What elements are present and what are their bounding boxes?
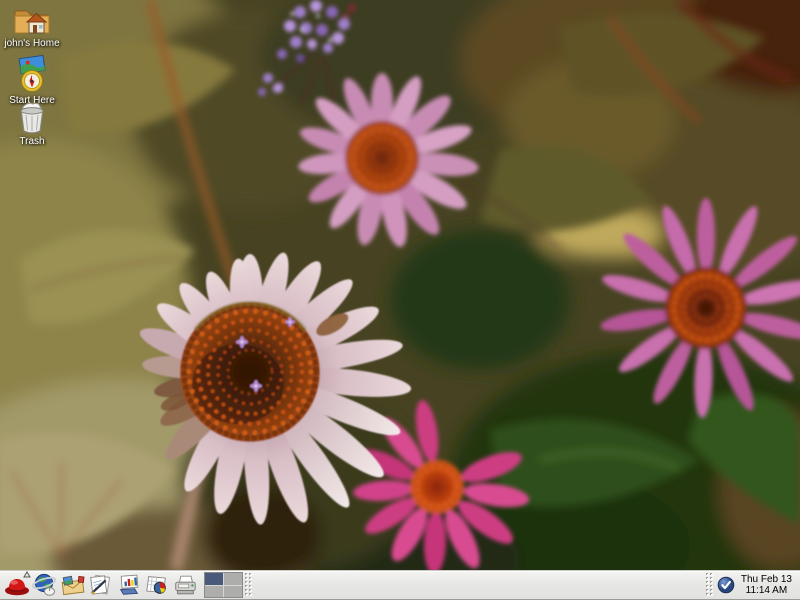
word-processor-launcher[interactable] [87, 571, 115, 599]
menu-arrow-icon [23, 571, 31, 578]
envelope-photo-icon [60, 573, 86, 597]
clock-applet[interactable]: Thu Feb 13 11:14 AM [741, 574, 792, 596]
presentation-launcher[interactable] [115, 571, 143, 599]
globe-mouse-icon [32, 573, 58, 597]
desktop-icon-label: john's Home [4, 38, 59, 49]
clock-time: 11:14 AM [741, 585, 792, 596]
printer-icon [172, 573, 198, 597]
printer-launcher[interactable] [171, 571, 199, 599]
workspace-4[interactable] [224, 586, 242, 598]
sheet-piechart-icon [144, 573, 170, 597]
web-browser-launcher[interactable] [31, 571, 59, 599]
start-here-compass-icon [14, 53, 50, 93]
bottom-panel: Thu Feb 13 11:14 AM [0, 570, 800, 600]
desktop-icon-trash[interactable]: Trash [0, 100, 64, 147]
desktop-icon-label: Trash [19, 136, 44, 147]
documents-pen-icon [88, 573, 114, 597]
workspace-switcher[interactable] [204, 572, 243, 598]
wallpaper-image [0, 0, 800, 570]
clock-date: Thu Feb 13 [741, 574, 792, 585]
desktop-icon-home[interactable]: john's Home [0, 4, 64, 49]
desktop-icon-start-here[interactable]: Start Here [0, 53, 64, 106]
workspace-1[interactable] [205, 573, 223, 585]
workspace-3[interactable] [205, 586, 223, 598]
update-check-icon [717, 576, 735, 594]
screen-barchart-icon [116, 573, 142, 597]
trash-can-icon [16, 100, 48, 134]
home-folder-icon [12, 4, 52, 36]
main-menu-button[interactable] [3, 571, 31, 599]
spreadsheet-launcher[interactable] [143, 571, 171, 599]
drag-handle[interactable] [245, 573, 252, 597]
workspace-2[interactable] [224, 573, 242, 585]
notification-area-drag-handle[interactable] [706, 573, 713, 597]
email-launcher[interactable] [59, 571, 87, 599]
update-notification-button[interactable] [715, 574, 737, 596]
desktop: john's Home Start Here Trash [0, 0, 800, 570]
